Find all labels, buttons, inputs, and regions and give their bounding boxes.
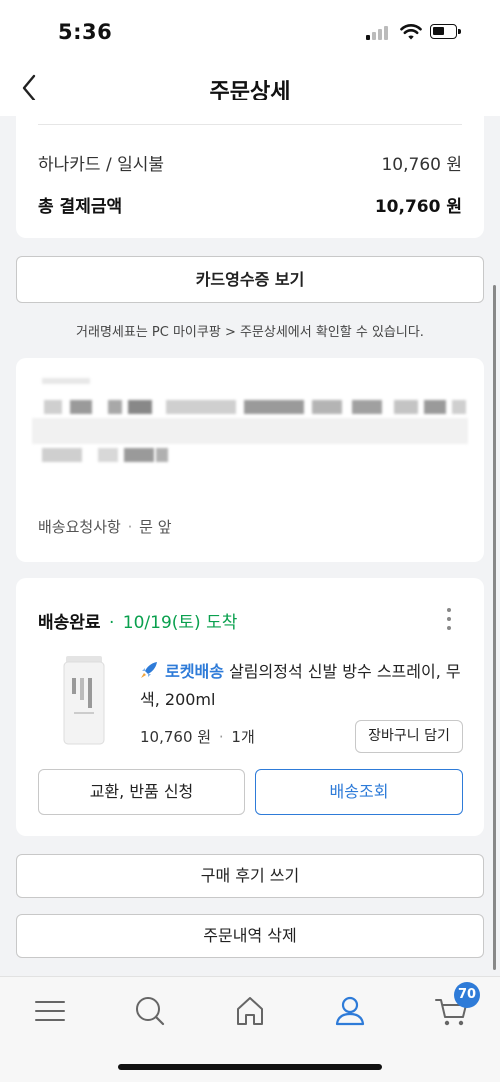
delete-order-button[interactable]: 주문내역 삭제 xyxy=(16,914,484,958)
delivery-request: 배송요청사항 · 문 앞 xyxy=(38,518,172,536)
status-bar: 5:36 xyxy=(0,0,500,60)
card-receipt-button[interactable]: 카드영수증 보기 xyxy=(16,256,484,303)
home-icon[interactable] xyxy=(230,991,270,1031)
product-quantity: 1개 xyxy=(231,728,255,746)
user-icon[interactable] xyxy=(330,991,370,1031)
total-amount-row: 총 결제금액 10,760 원 xyxy=(38,192,462,217)
product-name[interactable]: 로켓배송 살림의정석 신발 방수 스프레이, 무색, 200ml xyxy=(140,658,466,714)
cart-count-badge: 70 xyxy=(454,982,480,1008)
delivery-status: 배송완료 · 10/19(토) 도착 xyxy=(38,613,238,633)
product-price: 10,760 원 · 1개 xyxy=(140,728,255,746)
exchange-return-button[interactable]: 교환, 반품 신청 xyxy=(38,769,245,815)
status-time: 5:36 xyxy=(58,20,113,44)
arrival-date: 10/19(토) 도착 xyxy=(122,613,238,633)
shipping-address-card: 배송요청사항 · 문 앞 xyxy=(16,358,484,562)
delivery-status-label: 배송완료 xyxy=(38,613,101,633)
payment-method-row: 하나카드 / 일시불 10,760 원 xyxy=(38,150,462,175)
search-icon[interactable] xyxy=(130,991,170,1031)
menu-icon[interactable] xyxy=(30,991,70,1031)
payment-method-amount: 10,760 원 xyxy=(381,155,462,175)
more-options-icon[interactable] xyxy=(446,608,452,630)
rocket-icon xyxy=(141,662,157,678)
divider xyxy=(38,124,462,125)
home-indicator xyxy=(118,1064,382,1070)
write-review-button[interactable]: 구매 후기 쓰기 xyxy=(16,854,484,898)
scrollbar[interactable] xyxy=(493,285,496,970)
payment-method-label: 하나카드 / 일시불 xyxy=(38,155,165,175)
delivery-request-value: 문 앞 xyxy=(139,518,172,536)
total-amount-value: 10,760 원 xyxy=(374,197,462,217)
wifi-icon xyxy=(400,24,422,40)
total-amount-label: 총 결제금액 xyxy=(38,197,123,217)
delivery-card: 배송완료 · 10/19(토) 도착 로켓배송 살림의정석 신발 방수 스프레이… xyxy=(16,578,484,836)
product-image[interactable] xyxy=(62,654,106,746)
payment-card: 하나카드 / 일시불 10,760 원 총 결제금액 10,760 원 xyxy=(16,100,484,238)
rocket-delivery-badge: 로켓배송 xyxy=(165,662,224,681)
track-delivery-button[interactable]: 배송조회 xyxy=(255,769,463,815)
battery-icon xyxy=(430,24,461,39)
add-to-cart-button[interactable]: 장바구니 담기 xyxy=(355,720,463,753)
receipt-note: 거래명세표는 PC 마이쿠팡 > 주문상세에서 확인할 수 있습니다. xyxy=(76,325,424,340)
delivery-request-label: 배송요청사항 xyxy=(38,518,121,536)
signal-icon xyxy=(366,26,390,40)
